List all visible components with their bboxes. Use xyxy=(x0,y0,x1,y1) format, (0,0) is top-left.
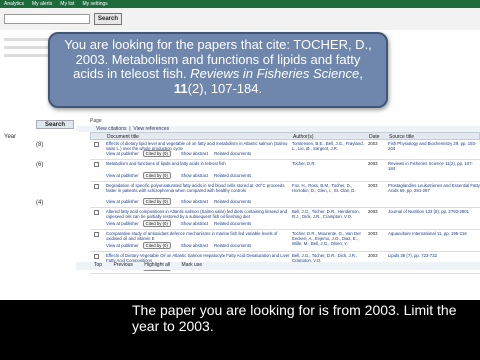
facet-year-label: Year xyxy=(4,134,17,140)
previous-link[interactable]: Previous xyxy=(113,262,132,268)
view-at-publisher-link[interactable]: View at publisher xyxy=(106,243,139,248)
result-row: Comparative study of antioxidant defence… xyxy=(90,230,480,252)
search-tab[interactable]: Search xyxy=(36,120,74,129)
search-button[interactable]: Search xyxy=(94,13,122,25)
row-source[interactable]: Reviews in Fisheries Science 11(2), pp. … xyxy=(388,161,480,171)
results-toolbar: Page xyxy=(90,118,480,126)
results-footer: Top Previous Highlight all Mark use xyxy=(76,262,480,270)
nav-item-my-settings[interactable]: My settings xyxy=(82,1,107,7)
instruction-callout: You are looking for the papers that cite… xyxy=(48,32,388,108)
row-authors[interactable]: Fox, H., Ross, B.M., Tocher, D., Horrobi… xyxy=(292,183,364,193)
show-abstract-link[interactable]: Show abstract xyxy=(181,199,208,204)
tutorial-caption: The paper you are looking for is from 20… xyxy=(132,302,457,334)
search-input[interactable] xyxy=(4,14,90,24)
related-documents-link[interactable]: Related documents xyxy=(214,173,251,178)
view-at-publisher-link[interactable]: View at publisher xyxy=(106,199,139,204)
show-abstract-link[interactable]: Show abstract xyxy=(181,173,208,178)
row-authors[interactable]: Tocher, D.R. xyxy=(292,161,364,166)
browser-viewport: Analytics My alerts My list My settings … xyxy=(0,0,480,300)
result-row: Altered fatty acid compositions in Atlan… xyxy=(90,208,480,230)
row-actions: View at publisherCited by (0) Show abstra… xyxy=(106,198,251,205)
related-documents-link[interactable]: Related documents xyxy=(214,221,251,226)
row-actions: View at publisherCited by (0) Show abstra… xyxy=(106,172,251,179)
row-actions: View at publisherCited by (0) Show abstra… xyxy=(106,242,251,249)
row-document-title[interactable]: Metabolism and functions of lipids and f… xyxy=(106,161,290,166)
row-document-title[interactable]: Altered fatty acid compositions in Atlan… xyxy=(106,209,290,219)
view-at-publisher-link[interactable]: View at publisher xyxy=(106,151,139,156)
related-documents-link[interactable]: Related documents xyxy=(214,243,251,248)
row-checkbox[interactable] xyxy=(94,232,99,237)
nav-item-analytics[interactable]: Analytics xyxy=(4,1,24,7)
nav-item-my-alerts[interactable]: My alerts xyxy=(32,1,52,7)
nav-item-my-list[interactable]: My list xyxy=(60,1,74,7)
row-checkbox[interactable] xyxy=(94,162,99,167)
facet-count[interactable]: (8) xyxy=(36,142,43,148)
related-documents-link[interactable]: Related documents xyxy=(214,151,251,156)
related-documents-link[interactable]: Related documents xyxy=(214,199,251,204)
cited-by-button[interactable]: Cited by (0) xyxy=(142,198,171,205)
mark-use-link[interactable]: Mark use xyxy=(182,262,203,268)
row-year: 2003 xyxy=(368,231,378,236)
row-authors[interactable]: Tocher, D.R., Mourente, G., Van Der Eeck… xyxy=(292,231,364,247)
facet-count[interactable]: (6) xyxy=(36,162,43,168)
show-abstract-link[interactable]: Show abstract xyxy=(181,221,208,226)
show-abstract-link[interactable]: Show abstract xyxy=(181,243,208,248)
row-year: 2003 xyxy=(368,209,378,214)
highlight-all-link[interactable]: Highlight all xyxy=(144,262,170,268)
result-row: Metabolism and functions of lipids and f… xyxy=(90,160,480,182)
view-at-publisher-link[interactable]: View at publisher xyxy=(106,221,139,226)
facet-count[interactable]: (4) xyxy=(36,200,43,206)
callout-volume: 11 xyxy=(173,80,188,96)
row-checkbox[interactable] xyxy=(94,184,99,189)
result-row: Effects of dietary lipid level and veget… xyxy=(90,140,480,160)
cited-by-button[interactable]: Cited by (0) xyxy=(142,172,171,179)
top-navigation: Analytics My alerts My list My settings xyxy=(0,0,480,8)
show-abstract-link[interactable]: Show abstract xyxy=(181,151,208,156)
row-authors[interactable]: Torstensen, B.E., Bell, J.G., Frøyland, … xyxy=(292,141,364,151)
row-document-title[interactable]: Comparative study of antioxidant defence… xyxy=(106,231,290,241)
row-source[interactable]: Journal of Nutrition 133 (9), pp. 2793-2… xyxy=(388,209,480,214)
cited-by-button[interactable]: Cited by (0) xyxy=(142,220,171,227)
view-at-publisher-link[interactable]: View at publisher xyxy=(106,173,139,178)
row-checkbox[interactable] xyxy=(94,142,99,147)
row-actions: View at publisherCited by (0) Show abstra… xyxy=(106,220,251,227)
row-source[interactable]: Fish Physiology and Biochemistry 29, pp.… xyxy=(388,141,480,151)
row-source[interactable]: Aquaculture International 11, pp. 195-21… xyxy=(388,231,480,236)
row-source[interactable]: Lipids 38 (7), pp. 723-732 xyxy=(388,253,480,258)
search-bar: Search xyxy=(0,8,480,30)
row-year: 2003 xyxy=(368,141,378,146)
callout-rest: (2), 107-184. xyxy=(187,80,263,96)
cited-by-button[interactable]: Cited by (0) xyxy=(142,242,171,249)
page-label: Page xyxy=(90,118,102,124)
row-actions: View at publisherCited by (0) Show abstra… xyxy=(106,150,251,157)
row-source[interactable]: Prostaglandins Leukotrienes and Essentia… xyxy=(388,183,480,193)
row-authors[interactable]: Bell, J.G., Tocher, D.R., Henderson, R.J… xyxy=(292,209,364,219)
cited-by-button[interactable]: Cited by (0) xyxy=(142,150,171,157)
row-year: 2003 xyxy=(368,161,378,166)
row-document-title[interactable]: Degradation of specific polyunsaturated … xyxy=(106,183,290,193)
results-table-header: Document title Author(s) Date Source tit… xyxy=(90,132,480,140)
row-year: 2003 xyxy=(368,253,378,258)
top-link[interactable]: Top xyxy=(94,262,102,268)
result-row: Degradation of specific polyunsaturated … xyxy=(90,182,480,208)
row-checkbox[interactable] xyxy=(94,254,99,259)
callout-journal: Reviews in Fisheries Science xyxy=(190,66,360,82)
row-year: 2003 xyxy=(368,183,378,188)
row-checkbox[interactable] xyxy=(94,210,99,215)
